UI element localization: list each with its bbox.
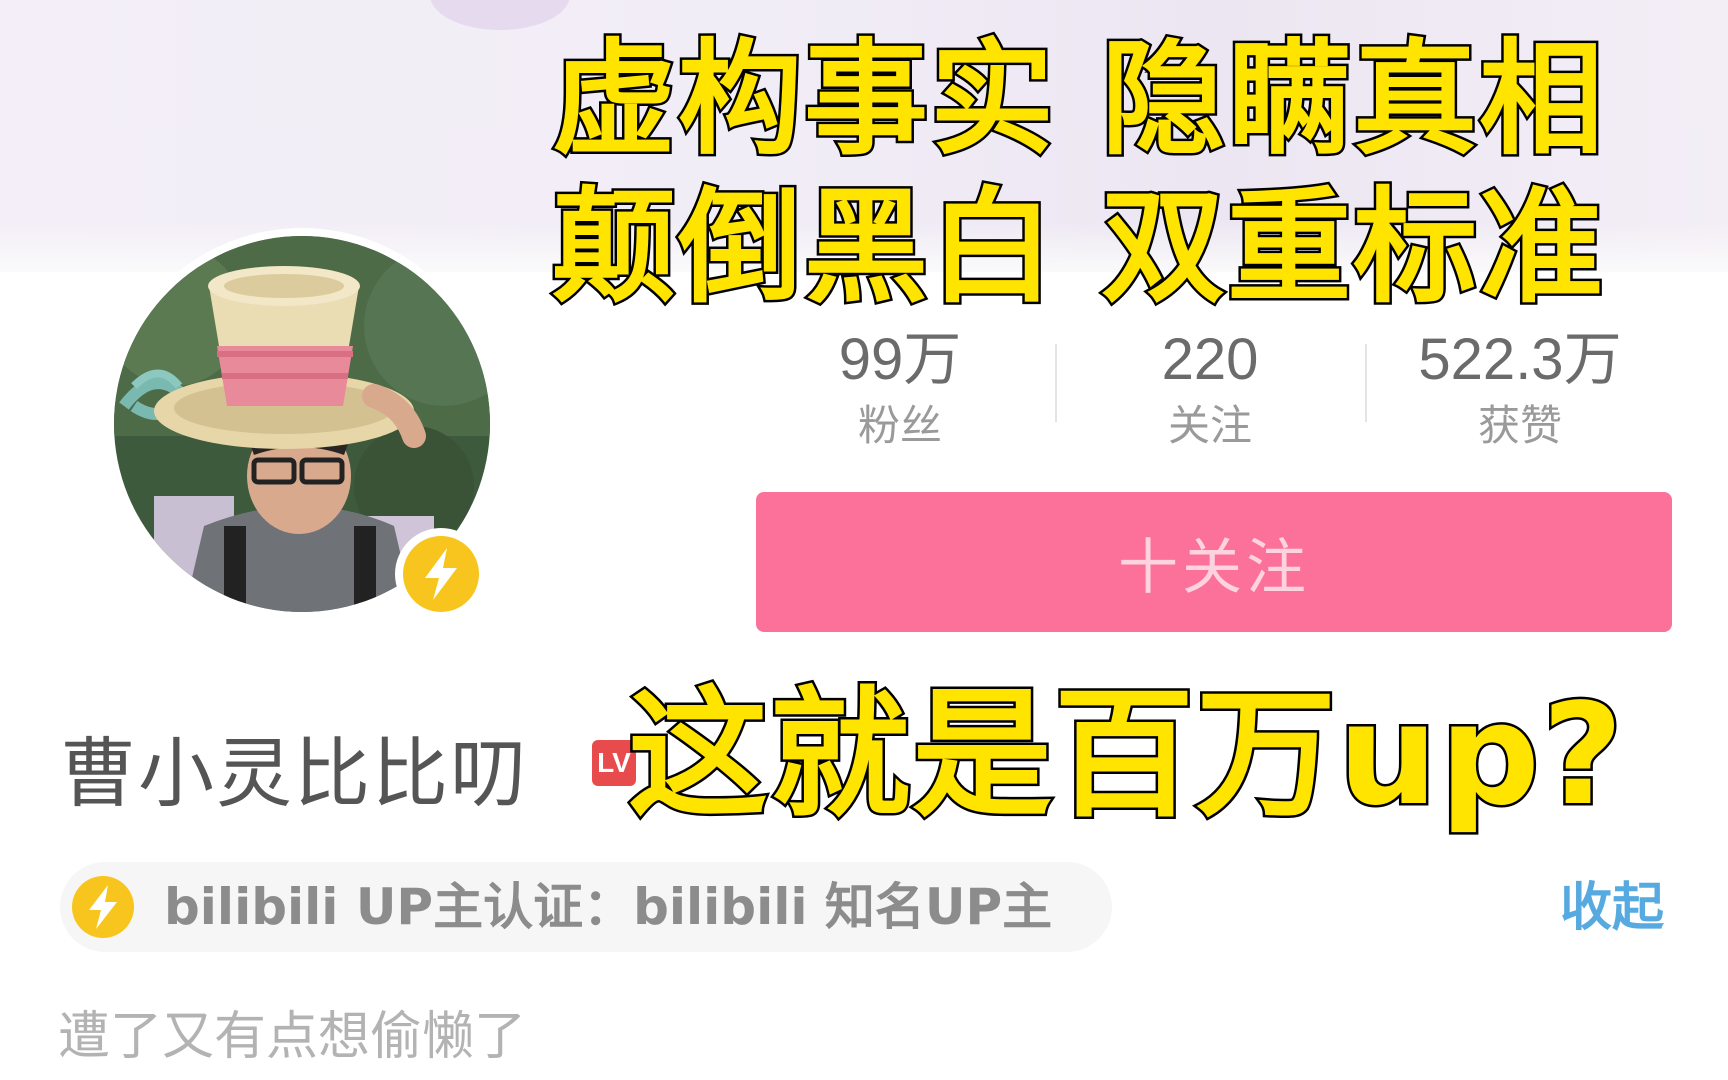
verification-text: bilibili UP主认证：bilibili 知名UP主 [164, 878, 1053, 936]
stats-bar: 99万 粉丝 220 关注 522.3万 获赞 [760, 320, 1690, 450]
stat-likes-label: 获赞 [1477, 401, 1562, 450]
overlay-caption-line2: 颠倒黑白 双重标准 [549, 176, 1606, 321]
stat-fans-value: 99万 [838, 327, 962, 392]
stat-fans-label: 粉丝 [857, 401, 942, 450]
stat-fans[interactable]: 99万 粉丝 [760, 320, 1040, 452]
stat-likes-value: 522.3万 [1418, 327, 1622, 392]
stat-divider [1365, 344, 1367, 422]
follow-button[interactable]: 十关注 [756, 492, 1672, 632]
collapse-link[interactable]: 收起 [1560, 872, 1664, 944]
lightning-icon [403, 536, 479, 612]
stat-following-value: 220 [1161, 327, 1259, 392]
username: 曹小灵比比叨 [60, 729, 528, 818]
stat-likes[interactable]: 522.3万 获赞 [1380, 320, 1660, 452]
stat-divider [1055, 344, 1057, 422]
verified-badge [395, 528, 487, 620]
verification-pill: bilibili UP主认证：bilibili 知名UP主 [60, 862, 1112, 952]
profile-page: 99万 粉丝 220 关注 522.3万 获赞 十关注 曹小灵比比叨 LV bi… [0, 0, 1728, 1080]
lightning-icon [72, 876, 134, 938]
overlay-caption-line3: 这就是百万up? [625, 673, 1626, 838]
stat-following-label: 关注 [1167, 401, 1252, 450]
bio-text: 遭了又有点想偷懒了 [58, 1007, 527, 1067]
overlay-caption-line1: 虚构事实 隐瞒真相 [549, 28, 1606, 173]
stat-following[interactable]: 220 关注 [1070, 320, 1350, 452]
